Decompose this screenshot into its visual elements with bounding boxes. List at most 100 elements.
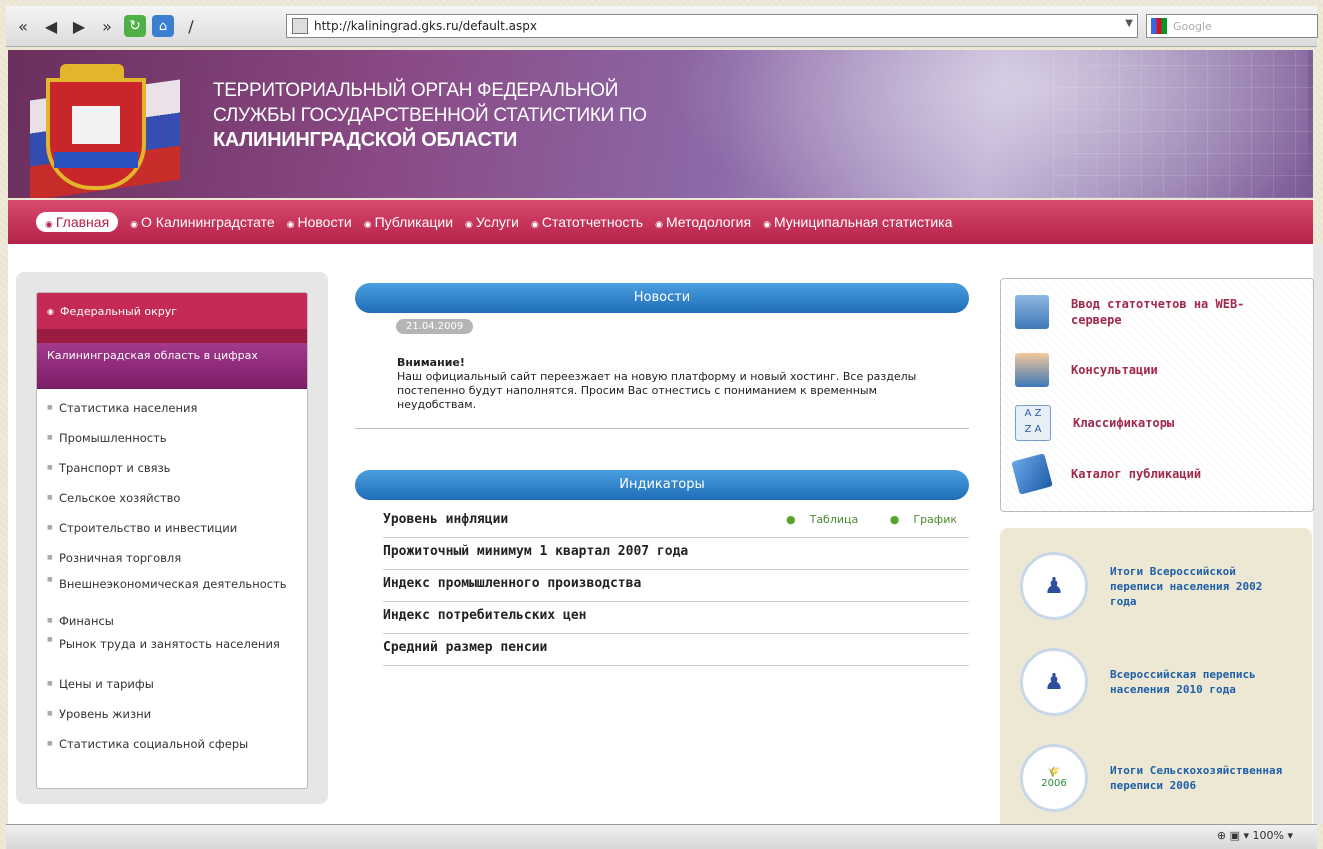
url-text: http://kaliningrad.gks.ru/default.aspx	[314, 19, 537, 33]
nav-home[interactable]: ◉ Главная	[36, 212, 119, 232]
page-icon	[292, 18, 308, 34]
address-bar[interactable]: http://kaliningrad.gks.ru/default.aspx ▼	[286, 14, 1138, 38]
nav-reporting[interactable]: ◉ Статотчетность	[531, 214, 643, 230]
link-classifiers-label: Классификаторы	[1073, 416, 1175, 430]
vertical-scrollbar[interactable]	[1313, 244, 1323, 824]
chart-link-label: График	[913, 513, 957, 526]
site-title-line1: ТЕРРИТОРИАЛЬНЫЙ ОРГАН ФЕДЕРАЛЬНОЙ	[213, 80, 619, 101]
shield-icon	[46, 78, 146, 190]
sidebar-item-foreign-trade[interactable]: Внешнеэкономическая деятельность	[37, 573, 307, 609]
sidebar-federal-district[interactable]: ◉ Федеральный округ	[37, 293, 307, 329]
table-link[interactable]: ● Таблица	[772, 513, 858, 526]
sidebar-region[interactable]: Калининградская область в цифрах	[37, 343, 307, 389]
table-link-label: Таблица	[809, 513, 859, 526]
sidebar-item-industry[interactable]: Промышленность	[37, 423, 307, 453]
sidebar-band	[37, 329, 307, 343]
coat-of-arms-logo[interactable]	[30, 60, 180, 198]
census-2010-emblem-icon: ♟	[1020, 648, 1088, 716]
nav-methodology[interactable]: ◉ Методология	[655, 214, 751, 230]
site-title-line2: СЛУЖБЫ ГОСУДАРСТВЕННОЙ СТАТИСТИКИ ПО	[213, 105, 647, 126]
wheat-icon: 🌾	[1047, 767, 1061, 778]
sidebar-federal-label: Федеральный округ	[59, 304, 177, 318]
census-2010-link[interactable]: ♟ Всероссийская перепись населения 2010 …	[1020, 648, 1290, 716]
indicator-links: ● Таблица ● График	[758, 505, 957, 535]
indicator-row-industrial-index[interactable]: Индекс промышленного производства	[383, 569, 969, 602]
nav-about-label: О Калининградстате	[141, 214, 275, 230]
link-web-reporting[interactable]: Ввод статотчетов на WEB-сервере	[1015, 295, 1291, 329]
browser-toolbar: « ◀ ▶ » ↻ ⌂ ∕ http://kaliningrad.gks.ru/…	[6, 6, 1318, 47]
indicator-row-cpi[interactable]: Индекс потребительских цен	[383, 601, 969, 634]
sidebar-item-finance[interactable]: Финансы	[37, 609, 307, 633]
edit-icon[interactable]: ∕	[180, 15, 202, 37]
link-consultations-label: Консультации	[1071, 363, 1158, 377]
dropdown-icon[interactable]: ▼	[1125, 18, 1133, 29]
census-2006-label: Итоги Сельскохозяйственная переписи 2006	[1110, 764, 1283, 792]
census-2006-link[interactable]: 🌾 2006 Итоги Сельскохозяйственная перепис…	[1020, 744, 1290, 812]
crown-icon	[60, 64, 124, 82]
nav-services[interactable]: ◉ Услуги	[465, 214, 519, 230]
nav-reporting-label: Статотчетность	[541, 214, 644, 230]
link-catalog[interactable]: Каталог публикаций	[1011, 453, 1202, 495]
sidebar-item-population[interactable]: Статистика населения	[37, 393, 307, 423]
nav-municipal[interactable]: ◉ Муниципальная статистика	[763, 214, 952, 230]
back-icon[interactable]: ◀	[40, 15, 62, 37]
news-item: Внимание! Наш официальный сайт переезжае…	[397, 356, 957, 412]
census-2006-year: 2006	[1041, 778, 1067, 789]
census-2010-label: Всероссийская перепись населения 2010 го…	[1110, 668, 1256, 696]
site-title-line3: КАЛИНИНГРАДСКОЙ ОБЛАСТИ	[213, 129, 518, 151]
chart-link[interactable]: ● График	[876, 513, 957, 526]
link-classifiers[interactable]: A ZZ A Классификаторы	[1015, 405, 1174, 441]
nav-methodology-label: Методология	[665, 214, 752, 230]
sidebar-item-agriculture[interactable]: Сельское хозяйство	[37, 483, 307, 513]
first-icon[interactable]: «	[12, 15, 34, 37]
indicators-heading: Индикаторы	[355, 470, 969, 500]
quick-links-panel: Ввод статотчетов на WEB-сервере Консульт…	[1000, 278, 1314, 512]
tower-shape	[72, 106, 120, 144]
census-2006-emblem-icon: 🌾 2006	[1020, 744, 1088, 812]
left-sidebar: ◉ Федеральный округ Калининградская облас…	[16, 272, 328, 804]
sidebar-item-social[interactable]: Статистика социальной сферы	[37, 729, 307, 759]
indicator-row-subsistence[interactable]: Прожиточный минимум 1 квартал 2007 года	[383, 537, 969, 570]
news-date-badge: 21.04.2009	[396, 319, 474, 334]
home-icon[interactable]: ⌂	[152, 15, 174, 37]
census-2002-label: Итоги Всероссийской переписи населения 2…	[1110, 564, 1263, 608]
link-consultations[interactable]: Консультации	[1015, 353, 1158, 387]
nav-municipal-label: Муниципальная статистика	[773, 214, 953, 230]
nav-news-label: Новости	[297, 214, 352, 230]
chart-icon	[1015, 295, 1049, 329]
indicator-label-inflation[interactable]: Уровень инфляции	[383, 512, 508, 527]
nav-publications-label: Публикации	[374, 214, 454, 230]
status-bar: ⊕ ▣ ▾ 100% ▾	[6, 824, 1317, 849]
nav-about[interactable]: ◉ О Калининградстате	[130, 214, 274, 230]
link-web-reporting-label: Ввод статотчетов на WEB-сервере	[1071, 297, 1245, 327]
indicator-label-industrial-index: Индекс промышленного производства	[383, 576, 642, 591]
refresh-icon[interactable]: ↻	[124, 15, 146, 37]
sidebar-item-labor[interactable]: Рынок труда и занятость населения	[37, 633, 307, 669]
search-input[interactable]: Google	[1146, 14, 1318, 38]
nav-news[interactable]: ◉ Новости	[287, 214, 352, 230]
nav-home-label: Главная	[55, 214, 110, 230]
zoom-control[interactable]: ⊕ ▣ ▾ 100% ▾	[1217, 829, 1293, 842]
indicator-row-pension[interactable]: Средний размер пенсии	[383, 633, 969, 666]
indicator-row-inflation: Уровень инфляции ● Таблица ● График	[383, 505, 969, 538]
sidebar-item-prices[interactable]: Цены и тарифы	[37, 669, 307, 699]
sidebar-item-construction[interactable]: Строительство и инвестиции	[37, 513, 307, 543]
search-placeholder: Google	[1173, 19, 1212, 33]
sidebar-item-retail[interactable]: Розничная торговля	[37, 543, 307, 573]
main-nav: ◉ Главная ◉ О Калининградстате ◉ Новости ◉ П…	[8, 200, 1313, 244]
zoom-level: 100%	[1252, 829, 1284, 842]
forward-icon[interactable]: ▶	[68, 15, 90, 37]
sidebar-item-living-standard[interactable]: Уровень жизни	[37, 699, 307, 729]
news-text: Наш официальный сайт переезжает на новую…	[397, 370, 917, 411]
last-icon[interactable]: »	[96, 15, 118, 37]
news-attention: Внимание!	[397, 356, 465, 369]
site-banner: ТЕРРИТОРИАЛЬНЫЙ ОРГАН ФЕДЕРАЛЬНОЙ СЛУЖБЫ…	[8, 50, 1313, 198]
link-catalog-label: Каталог публикаций	[1071, 467, 1202, 481]
census-2002-link[interactable]: ♟ Итоги Всероссийской переписи населения…	[1020, 552, 1290, 620]
sidebar-item-transport[interactable]: Транспорт и связь	[37, 453, 307, 483]
census-2002-emblem-icon: ♟	[1020, 552, 1088, 620]
banner-grid	[1053, 50, 1313, 198]
indicator-label-pension: Средний размер пенсии	[383, 640, 548, 655]
google-icon	[1151, 18, 1167, 34]
nav-publications[interactable]: ◉ Публикации	[364, 214, 453, 230]
